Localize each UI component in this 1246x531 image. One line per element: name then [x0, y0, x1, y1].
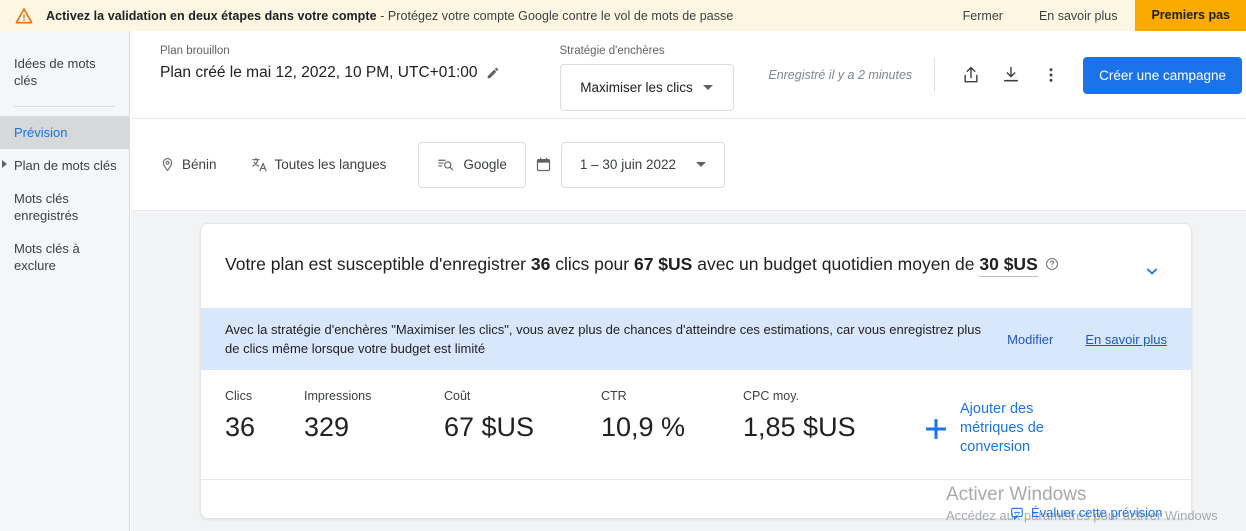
network-filter-value: Google [463, 157, 507, 172]
translate-icon [251, 156, 268, 173]
metric-label: Coût [444, 389, 471, 403]
metric-ctr[interactable]: CTR 10,9 % [601, 388, 733, 446]
bid-strategy-info-strip: Avec la stratégie d'enchères "Maximiser … [201, 308, 1191, 370]
rate-forecast-label: Évaluer cette prévision [1031, 505, 1163, 520]
metric-value: 67 $US [444, 412, 535, 442]
sidebar-item-keyword-plan[interactable]: Plan de mots clés [0, 149, 129, 182]
metric-cost[interactable]: Coût 67 $US [444, 388, 591, 446]
feedback-icon [1010, 506, 1024, 520]
main-content: Votre plan est susceptible d'enregistrer… [131, 211, 1246, 531]
plan-title-row: Plan créé le mai 12, 2022, 10 PM, UTC+01… [160, 62, 500, 84]
plan-toolbar: Plan brouillon Plan créé le mai 12, 2022… [131, 31, 1246, 119]
create-campaign-button[interactable]: Créer une campagne [1083, 56, 1242, 94]
headline-cost-value: 67 $US [633, 254, 693, 274]
sidebar: Idées de mots clés Prévision Plan de mot… [0, 31, 130, 531]
banner-learn-more-link[interactable]: En savoir plus [1021, 9, 1136, 23]
sidebar-item-saved-keywords[interactable]: Mots clés enregistrés [0, 182, 129, 232]
pencil-icon[interactable] [486, 66, 500, 80]
metric-value: 1,85 $US [743, 412, 856, 442]
headline-part-3: avec un budget quotidien moyen de [692, 254, 980, 274]
more-options-button[interactable] [1031, 55, 1071, 95]
rate-forecast-link[interactable]: Évaluer cette prévision [1010, 505, 1163, 520]
plan-info: Plan brouillon Plan créé le mai 12, 2022… [160, 44, 500, 84]
share-icon [964, 66, 978, 83]
banner-message-bold: Activez la validation en deux étapes dan… [46, 8, 377, 23]
metric-impressions[interactable]: Impressions 329 [304, 388, 434, 446]
banner-close-button[interactable]: Fermer [945, 9, 1021, 23]
banner-message-rest: - Protégez votre compte Google contre le… [376, 8, 734, 23]
plan-status-label: Plan brouillon [160, 45, 230, 57]
sidebar-item-label: Idées de mots clés [14, 56, 96, 88]
headline-part-1: Votre plan est susceptible d'enregistrer [225, 254, 531, 274]
bid-strategy-label: Stratégie d'enchères [559, 45, 665, 57]
forecast-headline-row: Votre plan est susceptible d'enregistrer… [201, 224, 1191, 308]
caret-right-icon [2, 160, 7, 168]
bid-strategy-block: Stratégie d'enchères Maximiser les clics [559, 44, 734, 111]
metric-value: 10,9 % [601, 412, 686, 442]
saved-status-text: Enregistré il y a 2 minutes [768, 68, 913, 82]
bid-strategy-select[interactable]: Maximiser les clics [559, 64, 734, 111]
sidebar-item-label: Prévision [14, 125, 68, 140]
location-filter-value: Bénin [182, 157, 217, 172]
date-range-value: 1 – 30 juin 2022 [579, 157, 676, 172]
info-strip-modify-link[interactable]: Modifier [1007, 332, 1053, 347]
sidebar-divider [14, 106, 115, 107]
download-button[interactable] [991, 55, 1031, 95]
location-filter[interactable]: Bénin [160, 157, 217, 172]
banner-get-started-button[interactable]: Premiers pas [1135, 0, 1246, 31]
chevron-down-icon [702, 85, 713, 90]
info-strip-actions: Modifier En savoir plus [1007, 332, 1167, 347]
warning-triangle-icon [15, 7, 33, 23]
chevron-down-icon [1146, 268, 1158, 275]
security-banner: Activez la validation en deux étapes dan… [0, 0, 1246, 31]
download-icon [1004, 66, 1019, 82]
sidebar-item-label: Plan de mots clés [14, 158, 117, 173]
forecast-metrics-row: Clics 36 Impressions 329 Coût 67 $US CTR… [201, 370, 1191, 480]
network-filter[interactable]: Google [418, 141, 526, 188]
sidebar-item-label: Mots clés enregistrés [14, 191, 79, 223]
toolbar-divider [934, 58, 936, 92]
share-button[interactable] [951, 55, 991, 95]
network-search-icon [437, 156, 454, 173]
headline-clicks-value: 36 [530, 254, 551, 274]
toolbar-actions: Enregistré il y a 2 minutes Créer une ca… [768, 55, 1242, 95]
sidebar-item-forecast[interactable]: Prévision [0, 116, 129, 149]
metric-label: Impressions [304, 389, 372, 403]
banner-message: Activez la validation en deux étapes dan… [46, 9, 733, 23]
forecast-card: Votre plan est susceptible d'enregistrer… [200, 223, 1192, 519]
chevron-down-icon [696, 162, 706, 167]
headline-part-2: clics pour [550, 254, 634, 274]
date-range-filter[interactable]: 1 – 30 juin 2022 [560, 141, 725, 188]
more-vert-icon [1049, 68, 1053, 82]
plus-icon [922, 415, 950, 443]
language-filter-value: Toutes les langues [274, 157, 387, 172]
sidebar-item-keyword-ideas[interactable]: Idées de mots clés [0, 47, 129, 97]
location-pin-icon [160, 157, 175, 172]
metric-value: 36 [225, 412, 256, 442]
plan-title: Plan créé le mai 12, 2022, 10 PM, UTC+01… [160, 64, 478, 81]
metric-avg-cpc[interactable]: CPC moy. 1,85 $US [743, 388, 888, 446]
add-conversion-metrics-label: Ajouter des métriques de conversion [960, 401, 1044, 455]
metric-value: 329 [304, 412, 350, 442]
sidebar-item-label: Mots clés à exclure [14, 241, 80, 273]
help-circle-icon[interactable] [1045, 251, 1059, 280]
keyword-planner-forecast-page: Activez la validation en deux étapes dan… [0, 0, 1246, 531]
metric-label: Clics [225, 389, 253, 403]
filter-bar: Bénin Toutes les langues Google 1 – 30 j… [131, 119, 1246, 211]
metric-label: CTR [601, 389, 627, 403]
sidebar-item-negative-keywords[interactable]: Mots clés à exclure [0, 232, 129, 282]
info-strip-learn-more-link[interactable]: En savoir plus [1085, 332, 1167, 347]
metric-label: CPC moy. [743, 389, 800, 403]
collapse-forecast-button[interactable] [1137, 256, 1167, 286]
headline-budget-value[interactable]: 30 $US [979, 254, 1038, 277]
bid-strategy-value: Maximiser les clics [580, 80, 693, 95]
forecast-headline: Votre plan est susceptible d'enregistrer… [225, 250, 1059, 280]
banner-actions: Fermer En savoir plus Premiers pas [945, 0, 1246, 31]
add-conversion-metrics-button[interactable]: Ajouter des métriques de conversion [922, 400, 1060, 457]
calendar-icon [535, 156, 552, 173]
metric-clicks[interactable]: Clics 36 [225, 388, 294, 446]
language-filter[interactable]: Toutes les langues [251, 156, 387, 173]
info-strip-message: Avec la stratégie d'enchères "Maximiser … [225, 322, 982, 356]
